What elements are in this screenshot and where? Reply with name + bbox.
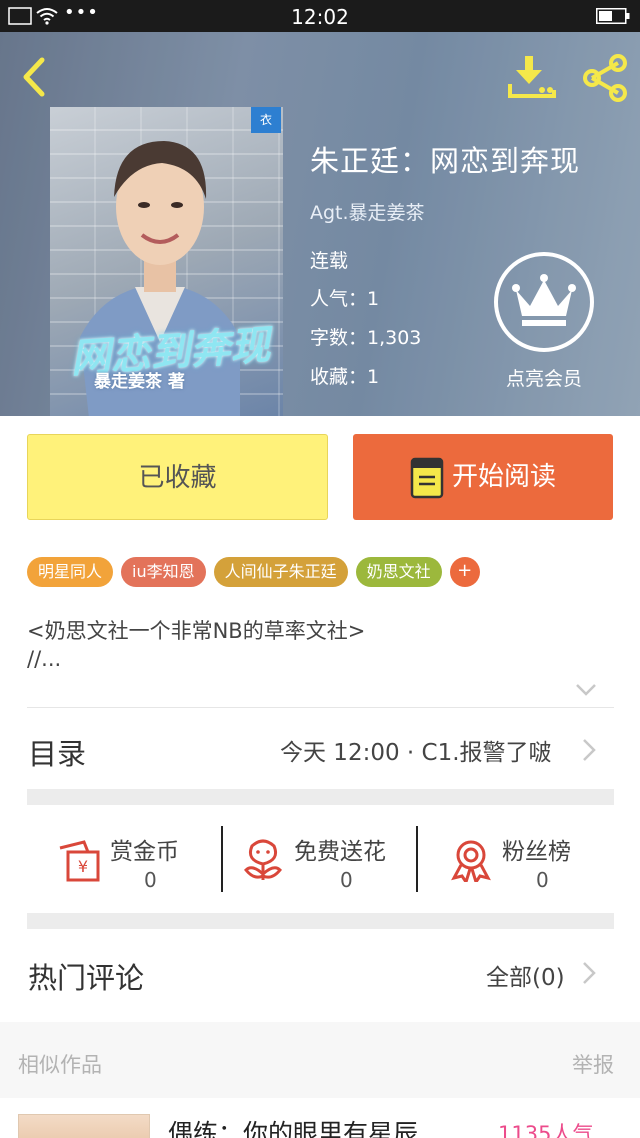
stats-divider [416,826,418,892]
reward-coin-item[interactable]: ¥ 赏金币 0 [52,826,202,892]
summary-line: //... [27,647,62,671]
chevron-right-icon[interactable] [582,738,596,762]
book-title: 朱正廷：网恋到奔现 [310,144,581,178]
all-comments-link[interactable]: 全部(0) [486,958,565,992]
back-icon[interactable] [14,54,54,100]
stat-label: 免费送花 [294,839,386,865]
download-icon[interactable] [506,54,558,100]
book-cover[interactable]: 衣 网恋到奔现 暴走姜茶 著 [50,107,283,416]
similar-works-label: 相似作品 [18,1053,102,1077]
fan-ranking-item[interactable]: 粉丝榜 0 [448,826,598,892]
chevron-right-icon[interactable] [582,961,596,985]
divider [27,707,614,708]
section-separator [27,913,614,929]
book-summary[interactable]: <奶思文社一个非常NB的草率文社> //... [27,617,365,673]
stat-value: 0 [536,868,549,892]
tag-item[interactable]: 人间仙子朱正廷 [213,557,348,587]
tag-item[interactable]: iu李知恩 [121,557,206,587]
start-reading-button[interactable]: 开始阅读 [353,434,613,520]
status-time: 12:02 [291,5,349,29]
book-status: 连载 [310,250,349,272]
similar-work-cover [18,1114,150,1138]
medal-icon [451,840,491,882]
crown-icon [512,274,576,326]
tag-list: 明星同人 iu李知恩 人间仙子朱正廷 奶思文社 + [27,557,480,587]
similar-work-item[interactable]: 偶练：你的眼里有星辰 1135人气 [0,1098,640,1138]
battery-icon [596,8,630,24]
toc-label[interactable]: 目录 [28,731,86,773]
free-flower-item[interactable]: 免费送花 0 [240,826,410,892]
latest-chapter[interactable]: 今天 12:00 · C1.报警了啵 [280,733,552,767]
stat-value: 0 [340,868,353,892]
tag-item[interactable]: 明星同人 [27,557,114,587]
start-reading-label: 开始阅读 [452,462,557,492]
tag-item[interactable]: 奶思文社 [355,557,442,587]
collected-button[interactable]: 已收藏 [27,434,328,520]
cover-badge: 衣 [251,107,281,133]
flower-icon [243,839,283,880]
book-favorites: 收藏：1 [310,366,380,388]
stat-label: 粉丝榜 [502,839,571,865]
hot-comments-label: 热门评论 [28,961,145,995]
share-icon[interactable] [580,54,630,102]
book-popularity: 人气：1 [310,288,380,310]
book-header: 衣 网恋到奔现 暴走姜茶 著 朱正廷：网恋到奔现 Agt.暴走姜茶 连载 人气：… [0,32,640,416]
summary-line: <奶思文社一个非常NB的草率文社> [27,619,366,643]
red-envelope-icon: ¥ [59,840,100,882]
status-bar: ••• 12:02 [0,0,640,32]
svg-text:¥: ¥ [78,857,88,876]
similar-work-title: 偶练：你的眼里有星辰 [168,1119,419,1138]
stats-divider [221,826,223,892]
add-tag-button[interactable]: + [449,557,480,587]
vip-label[interactable]: 点亮会员 [494,364,594,391]
chevron-down-icon[interactable] [575,683,597,697]
report-link[interactable]: 举报 [572,1049,614,1079]
stat-label: 赏金币 [110,839,179,865]
book-word-count: 字数：1,303 [310,327,422,349]
book-author[interactable]: Agt.暴走姜茶 [310,198,425,225]
section-separator [27,789,614,805]
cover-author-art: 暴走姜茶 著 [94,372,185,392]
similar-work-popularity: 1135人气 [498,1122,594,1138]
book-icon [410,457,444,499]
stat-value: 0 [144,868,157,892]
vip-button[interactable] [494,252,594,352]
